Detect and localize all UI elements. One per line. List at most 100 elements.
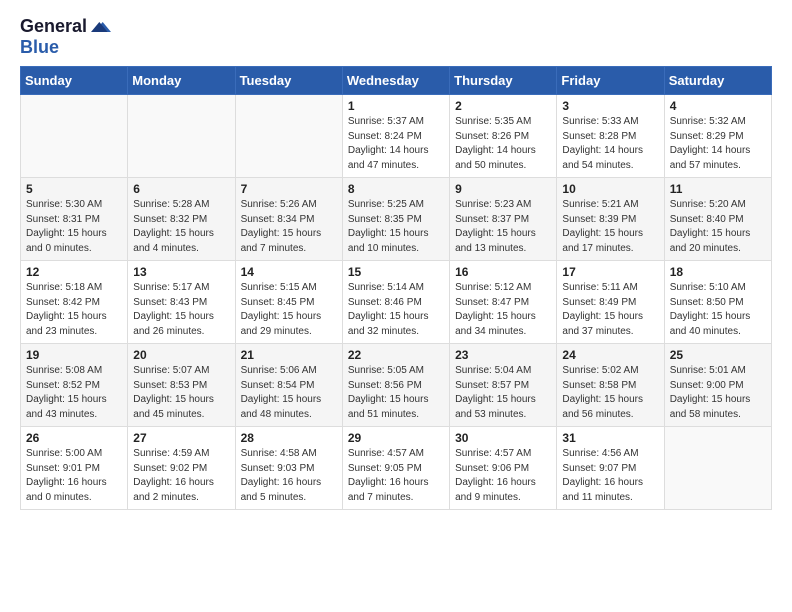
calendar-week-row: 12Sunrise: 5:18 AMSunset: 8:42 PMDayligh…: [21, 261, 772, 344]
day-number: 16: [455, 265, 551, 279]
day-info: Sunrise: 5:08 AMSunset: 8:52 PMDaylight:…: [26, 364, 122, 422]
calendar-header-wednesday: Wednesday: [342, 67, 449, 95]
logo: General Blue: [20, 16, 111, 58]
logo-general-text: General: [20, 16, 87, 37]
calendar-week-row: 1Sunrise: 5:37 AMSunset: 8:24 PMDaylight…: [21, 95, 772, 178]
day-number: 19: [26, 348, 122, 362]
day-number: 15: [348, 265, 444, 279]
day-number: 11: [670, 182, 766, 196]
day-number: 7: [241, 182, 337, 196]
calendar-header-thursday: Thursday: [450, 67, 557, 95]
calendar-cell: 20 Sunrise: 5:07 AMSunset: 8:53 PMDayligh…: [128, 344, 235, 427]
logo-blue-text: Blue: [20, 37, 59, 57]
calendar-cell: 2 Sunrise: 5:35 AMSunset: 8:26 PMDaylight…: [450, 95, 557, 178]
day-number: 24: [562, 348, 658, 362]
logo-icon: [91, 17, 111, 37]
day-number: 14: [241, 265, 337, 279]
day-info: Sunrise: 5:02 AMSunset: 8:58 PMDaylight:…: [562, 364, 658, 422]
calendar-cell: 27 Sunrise: 4:59 AMSunset: 9:02 PMDayligh…: [128, 427, 235, 510]
calendar-cell: [664, 427, 771, 510]
calendar-header-friday: Friday: [557, 67, 664, 95]
calendar-header-saturday: Saturday: [664, 67, 771, 95]
day-info: Sunrise: 5:32 AMSunset: 8:29 PMDaylight:…: [670, 115, 766, 173]
day-number: 6: [133, 182, 229, 196]
calendar-week-row: 19 Sunrise: 5:08 AMSunset: 8:52 PMDayligh…: [21, 344, 772, 427]
day-info: Sunrise: 5:28 AMSunset: 8:32 PMDaylight:…: [133, 198, 229, 256]
day-number: 20: [133, 348, 229, 362]
calendar-cell: 4Sunrise: 5:32 AMSunset: 8:29 PMDaylight…: [664, 95, 771, 178]
day-number: 8: [348, 182, 444, 196]
calendar-cell: 3 Sunrise: 5:33 AMSunset: 8:28 PMDaylight…: [557, 95, 664, 178]
day-number: 23: [455, 348, 551, 362]
day-number: 3: [562, 99, 658, 113]
day-info: Sunrise: 5:00 AMSunset: 9:01 PMDaylight:…: [26, 447, 122, 505]
calendar-table: SundayMondayTuesdayWednesdayThursdayFrid…: [20, 66, 772, 510]
calendar-cell: 7 Sunrise: 5:26 AMSunset: 8:34 PMDaylight…: [235, 178, 342, 261]
day-info: Sunrise: 5:17 AMSunset: 8:43 PMDaylight:…: [133, 281, 229, 339]
day-info: Sunrise: 5:05 AMSunset: 8:56 PMDaylight:…: [348, 364, 444, 422]
day-info: Sunrise: 5:23 AMSunset: 8:37 PMDaylight:…: [455, 198, 551, 256]
day-number: 28: [241, 431, 337, 445]
calendar-header-tuesday: Tuesday: [235, 67, 342, 95]
day-info: Sunrise: 5:12 AMSunset: 8:47 PMDaylight:…: [455, 281, 551, 339]
calendar-cell: 10 Sunrise: 5:21 AMSunset: 8:39 PMDayligh…: [557, 178, 664, 261]
calendar-cell: 31Sunrise: 4:56 AMSunset: 9:07 PMDayligh…: [557, 427, 664, 510]
day-info: Sunrise: 5:07 AMSunset: 8:53 PMDaylight:…: [133, 364, 229, 422]
calendar-header-row: SundayMondayTuesdayWednesdayThursdayFrid…: [21, 67, 772, 95]
calendar-week-row: 26Sunrise: 5:00 AMSunset: 9:01 PMDayligh…: [21, 427, 772, 510]
day-info: Sunrise: 5:35 AMSunset: 8:26 PMDaylight:…: [455, 115, 551, 173]
day-info: Sunrise: 5:26 AMSunset: 8:34 PMDaylight:…: [241, 198, 337, 256]
calendar-cell: 1Sunrise: 5:37 AMSunset: 8:24 PMDaylight…: [342, 95, 449, 178]
calendar-header-monday: Monday: [128, 67, 235, 95]
day-info: Sunrise: 5:10 AMSunset: 8:50 PMDaylight:…: [670, 281, 766, 339]
calendar-cell: 22Sunrise: 5:05 AMSunset: 8:56 PMDayligh…: [342, 344, 449, 427]
calendar-cell: 12Sunrise: 5:18 AMSunset: 8:42 PMDayligh…: [21, 261, 128, 344]
calendar-cell: 8 Sunrise: 5:25 AMSunset: 8:35 PMDaylight…: [342, 178, 449, 261]
page-header: General Blue: [20, 16, 772, 58]
calendar-cell: 5Sunrise: 5:30 AMSunset: 8:31 PMDaylight…: [21, 178, 128, 261]
day-number: 10: [562, 182, 658, 196]
day-info: Sunrise: 5:06 AMSunset: 8:54 PMDaylight:…: [241, 364, 337, 422]
day-info: Sunrise: 4:59 AMSunset: 9:02 PMDaylight:…: [133, 447, 229, 505]
day-info: Sunrise: 5:01 AMSunset: 9:00 PMDaylight:…: [670, 364, 766, 422]
calendar-cell: 25 Sunrise: 5:01 AMSunset: 9:00 PMDayligh…: [664, 344, 771, 427]
day-info: Sunrise: 4:57 AMSunset: 9:06 PMDaylight:…: [455, 447, 551, 505]
calendar-cell: [235, 95, 342, 178]
day-info: Sunrise: 5:20 AMSunset: 8:40 PMDaylight:…: [670, 198, 766, 256]
day-number: 1: [348, 99, 444, 113]
calendar-cell: 29Sunrise: 4:57 AMSunset: 9:05 PMDayligh…: [342, 427, 449, 510]
calendar-cell: 19 Sunrise: 5:08 AMSunset: 8:52 PMDayligh…: [21, 344, 128, 427]
day-info: Sunrise: 5:25 AMSunset: 8:35 PMDaylight:…: [348, 198, 444, 256]
day-number: 27: [133, 431, 229, 445]
calendar-cell: 23Sunrise: 5:04 AMSunset: 8:57 PMDayligh…: [450, 344, 557, 427]
calendar-cell: [21, 95, 128, 178]
day-info: Sunrise: 5:11 AMSunset: 8:49 PMDaylight:…: [562, 281, 658, 339]
day-number: 25: [670, 348, 766, 362]
calendar-cell: 28Sunrise: 4:58 AMSunset: 9:03 PMDayligh…: [235, 427, 342, 510]
day-info: Sunrise: 4:57 AMSunset: 9:05 PMDaylight:…: [348, 447, 444, 505]
day-number: 9: [455, 182, 551, 196]
day-number: 5: [26, 182, 122, 196]
calendar-cell: 9 Sunrise: 5:23 AMSunset: 8:37 PMDaylight…: [450, 178, 557, 261]
day-info: Sunrise: 5:33 AMSunset: 8:28 PMDaylight:…: [562, 115, 658, 173]
day-number: 13: [133, 265, 229, 279]
calendar-cell: 21 Sunrise: 5:06 AMSunset: 8:54 PMDayligh…: [235, 344, 342, 427]
calendar-cell: 15 Sunrise: 5:14 AMSunset: 8:46 PMDayligh…: [342, 261, 449, 344]
calendar-header-sunday: Sunday: [21, 67, 128, 95]
calendar-cell: 16 Sunrise: 5:12 AMSunset: 8:47 PMDayligh…: [450, 261, 557, 344]
day-info: Sunrise: 5:14 AMSunset: 8:46 PMDaylight:…: [348, 281, 444, 339]
calendar-week-row: 5Sunrise: 5:30 AMSunset: 8:31 PMDaylight…: [21, 178, 772, 261]
calendar-cell: 24 Sunrise: 5:02 AMSunset: 8:58 PMDayligh…: [557, 344, 664, 427]
day-number: 31: [562, 431, 658, 445]
calendar-body: 1Sunrise: 5:37 AMSunset: 8:24 PMDaylight…: [21, 95, 772, 510]
day-info: Sunrise: 5:15 AMSunset: 8:45 PMDaylight:…: [241, 281, 337, 339]
calendar-cell: 17Sunrise: 5:11 AMSunset: 8:49 PMDayligh…: [557, 261, 664, 344]
calendar-cell: 6 Sunrise: 5:28 AMSunset: 8:32 PMDaylight…: [128, 178, 235, 261]
day-number: 21: [241, 348, 337, 362]
calendar-cell: 14 Sunrise: 5:15 AMSunset: 8:45 PMDayligh…: [235, 261, 342, 344]
day-info: Sunrise: 5:21 AMSunset: 8:39 PMDaylight:…: [562, 198, 658, 256]
day-info: Sunrise: 5:18 AMSunset: 8:42 PMDaylight:…: [26, 281, 122, 339]
day-number: 30: [455, 431, 551, 445]
calendar-cell: 11 Sunrise: 5:20 AMSunset: 8:40 PMDayligh…: [664, 178, 771, 261]
day-number: 2: [455, 99, 551, 113]
